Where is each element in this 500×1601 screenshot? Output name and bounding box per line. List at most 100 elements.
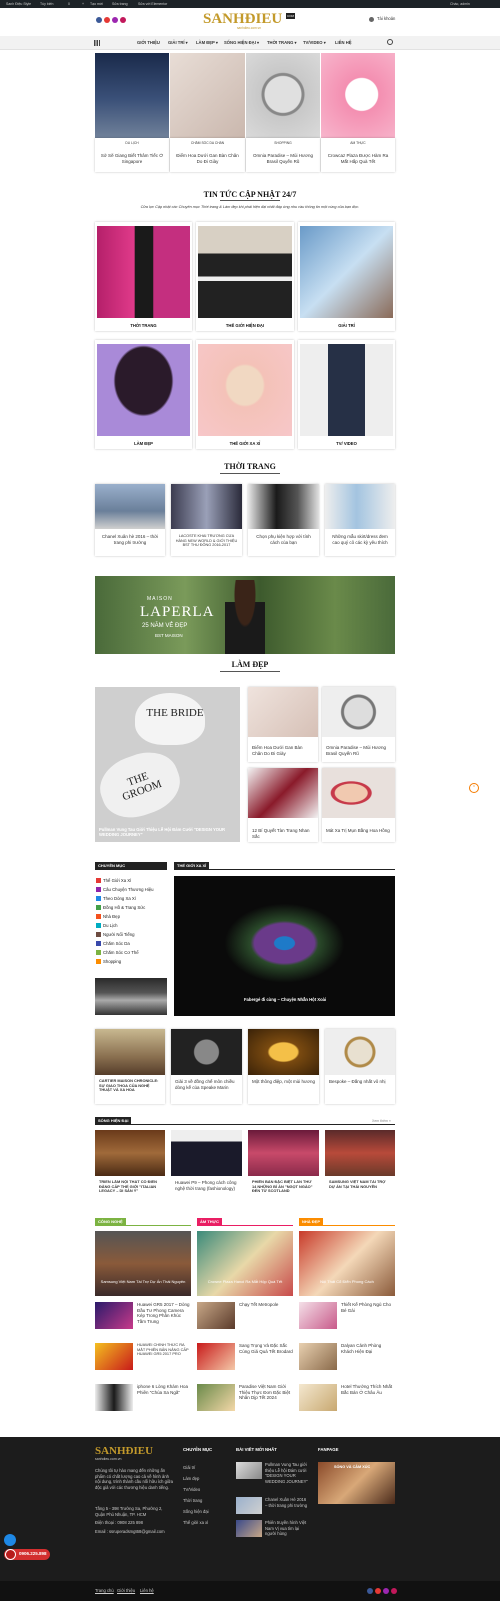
post-image[interactable]: [248, 484, 319, 529]
sidebar-item[interactable]: Nhà Đẹp: [96, 912, 166, 921]
slider-image[interactable]: [95, 53, 169, 145]
footer-news-link[interactable]: Pullman Vung Tau giới thiệu Lễ hội Đám c…: [265, 1462, 309, 1490]
google-icon[interactable]: [120, 17, 126, 23]
col-item-title[interactable]: Dalyan Cảnh Phòng Khách Hiện Đại: [341, 1343, 395, 1355]
sidebar-item[interactable]: Thế Giới Xa Xỉ: [96, 876, 166, 885]
post-image[interactable]: [95, 484, 165, 529]
post-title[interactable]: SAMSUNG VIỆT NAM TÀI TRỢ DỰ ÁN TẠI THÁI …: [329, 1180, 391, 1204]
youtube-icon[interactable]: [375, 1588, 381, 1594]
col-thumb[interactable]: [95, 1384, 133, 1411]
user-icon[interactable]: [369, 17, 374, 22]
category-label[interactable]: LÀM ĐẸP: [95, 441, 192, 446]
sidebar-item[interactable]: Du Lịch: [96, 921, 166, 930]
sidebar-item[interactable]: Shopping: [96, 957, 166, 966]
sidebar-item-label[interactable]: Người Nổi Tiếng: [103, 932, 135, 937]
slider-title[interactable]: Crowcaz Plaza Được Hàm Ra Mắt Hấp Quà Tế…: [325, 153, 391, 164]
sidebar-item[interactable]: Người Nổi Tiếng: [96, 930, 166, 939]
category-image[interactable]: [198, 226, 292, 318]
admin-bar-item[interactable]: Tùy biến: [40, 0, 53, 8]
slider-image[interactable]: [321, 53, 395, 145]
slider-cat[interactable]: CHĂM SÓC DA CHÂN: [170, 141, 245, 147]
col-featured-caption[interactable]: Nội Thất Cổ Điển Phong Cách: [303, 1279, 391, 1284]
footer-bottom-link[interactable]: Trang chủ: [95, 1588, 114, 1594]
luxury-caption[interactable]: Fabergé đi cùng – Chuyện Nhẫn Hột Xoài: [244, 997, 326, 1002]
col-item-title[interactable]: Hotel Thưởng Thích Nhất Bắc Bán Ở Châu Â…: [341, 1384, 395, 1396]
post-title[interactable]: Một thông điệp, một mùi hương: [252, 1079, 315, 1085]
post-image[interactable]: [95, 1029, 165, 1075]
category-image[interactable]: [300, 344, 393, 436]
col-featured-caption[interactable]: Samsung Việt Nam Tài Trợ Dự Án Thái Nguy…: [99, 1279, 187, 1284]
col-item-title[interactable]: Paradise Việt Nam Giới Thiệu Thực Đơn Đặ…: [239, 1384, 293, 1407]
fanpage-widget[interactable]: SỐNG VÀ CẢM XÚC: [318, 1462, 395, 1504]
footer-news-thumb[interactable]: [236, 1497, 262, 1514]
post-image[interactable]: [325, 484, 395, 529]
sidebar-item[interactable]: Câu Chuyện Thương Hiệu: [96, 885, 166, 894]
category-label[interactable]: THẾ GIỚI XA XỈ: [196, 441, 294, 446]
col-featured[interactable]: Samsung Việt Nam Tài Trợ Dự Án Thái Nguy…: [95, 1231, 191, 1296]
col-thumb[interactable]: [95, 1343, 133, 1370]
footer-news-thumb[interactable]: [236, 1520, 262, 1537]
footer-news-link[interactable]: Phiên truyền hình Việt Nam Vị vua tìm lạ…: [265, 1520, 309, 1537]
post-title[interactable]: Giải 3 về đồng chế môn chiều dòng kế của…: [175, 1079, 238, 1090]
post-image[interactable]: [248, 1130, 319, 1176]
nav-item[interactable]: GIỚI THIỆU: [137, 36, 160, 50]
col-item-title[interactable]: Huawei GR5 2017 – Dòng Đầu Tư Phong Came…: [137, 1302, 191, 1330]
nav-item[interactable]: GIẢI TRÍ ▾: [168, 36, 188, 50]
post-image[interactable]: [171, 484, 242, 529]
footer-cat-link[interactable]: Thế giới xa xỉ: [183, 1520, 208, 1526]
post-title[interactable]: Chanel Xuân hè 2016 – thời trang phi trư…: [99, 534, 161, 551]
slider-image[interactable]: [246, 53, 320, 145]
col-item-title[interactable]: HUAWEI CHÍNH THỨC RA MẮT PHIÊN BẢN NÂNG …: [137, 1343, 191, 1367]
sidebar-item-label[interactable]: Du Lịch: [103, 923, 118, 928]
nav-item[interactable]: LIÊN HỆ: [335, 36, 352, 50]
category-label[interactable]: THỜI TRANG: [95, 323, 192, 328]
hotline-number[interactable]: 0906.225.898: [19, 1551, 47, 1556]
col-thumb[interactable]: [197, 1302, 235, 1329]
slider-title[interactable]: Sở Sẽ Giang Biết Thâm Tiếc Ở Singapore: [99, 153, 165, 164]
post-image[interactable]: [248, 768, 318, 818]
post-title[interactable]: TRIỂN LÃM NỘI THẤT CÓ ĐIỂN ĐẲNG CẤP THẾ …: [99, 1180, 161, 1204]
admin-bar-item[interactable]: 0: [68, 0, 70, 8]
youtube-icon[interactable]: [104, 17, 110, 23]
col-item-title[interactable]: Sang Trọng Và Đặc Sắc Cùng Giá Quá Tết B…: [239, 1343, 293, 1360]
col-thumb[interactable]: [299, 1302, 337, 1329]
ad-banner[interactable]: MAISON LAPERLA 25 NĂM VẺ ĐẸP BST MAISON: [95, 576, 395, 654]
site-logo[interactable]: SANHĐIEU COM sanhdieu.com.vn: [203, 10, 295, 30]
category-label[interactable]: TV/ VIDEO: [298, 441, 395, 446]
category-label[interactable]: GIẢI TRÍ: [298, 323, 395, 328]
fanpage-name[interactable]: SỐNG VÀ CẢM XÚC: [334, 1465, 370, 1469]
slider-image[interactable]: [170, 53, 245, 145]
admin-user[interactable]: Chào, admin: [450, 0, 470, 8]
post-title[interactable]: 12 Bí Quyết Tàn Trang Nhan Sắc: [252, 828, 314, 839]
login-link[interactable]: Tài khoản: [377, 16, 395, 21]
search-icon[interactable]: [387, 39, 393, 45]
category-label[interactable]: THẾ GIỚI HIỆN ĐẠI: [196, 323, 294, 328]
admin-bar-item[interactable]: Sanh Điệu Style: [6, 0, 31, 8]
sidebar-item[interactable]: Theo Dòng Xa Xỉ: [96, 894, 166, 903]
category-image[interactable]: [97, 226, 190, 318]
slider-cat[interactable]: DU LỊCH: [95, 141, 169, 147]
footer-bottom-link[interactable]: Giới thiệu: [117, 1588, 135, 1594]
post-image[interactable]: [325, 1130, 395, 1176]
footer-cat-link[interactable]: Thời trang: [183, 1498, 202, 1504]
post-image[interactable]: [95, 1130, 165, 1176]
col-thumb[interactable]: [299, 1384, 337, 1411]
footer-cat-link[interactable]: Sống hiện đại: [183, 1509, 209, 1515]
col-featured[interactable]: Nội Thất Cổ Điển Phong Cách: [299, 1231, 395, 1296]
post-image[interactable]: [322, 768, 395, 818]
facebook-icon[interactable]: [367, 1588, 373, 1594]
col-thumb[interactable]: [95, 1302, 133, 1329]
footer-cat-link[interactable]: Giải trí: [183, 1465, 195, 1471]
col-featured-caption[interactable]: Crowne Plaza Hanoi Ra Mắt Hộp Quà Tết: [201, 1279, 289, 1284]
post-image[interactable]: [322, 687, 395, 737]
chat-icon[interactable]: [4, 1534, 16, 1546]
post-title[interactable]: Bespoke – Đẳng nhất vô nhị: [329, 1079, 391, 1085]
sidebar-item[interactable]: Đồng Hồ & Trang Sức: [96, 903, 166, 912]
sidebar-item-label[interactable]: Câu Chuyện Thương Hiệu: [103, 887, 154, 892]
footer-cat-link[interactable]: TV/Video: [183, 1487, 200, 1493]
sidebar-item-label[interactable]: Thế Giới Xa Xỉ: [103, 878, 131, 883]
post-title[interactable]: Huawei P9 – Phong cách công nghệ thời tr…: [175, 1180, 238, 1200]
sidebar-item[interactable]: Chăm Sóc Da: [96, 939, 166, 948]
admin-bar-item[interactable]: Sửa với Elementor: [138, 0, 167, 8]
featured-caption[interactable]: Pullman Vung Tau Giới Thiệu Lễ Hội Đám C…: [99, 827, 236, 837]
